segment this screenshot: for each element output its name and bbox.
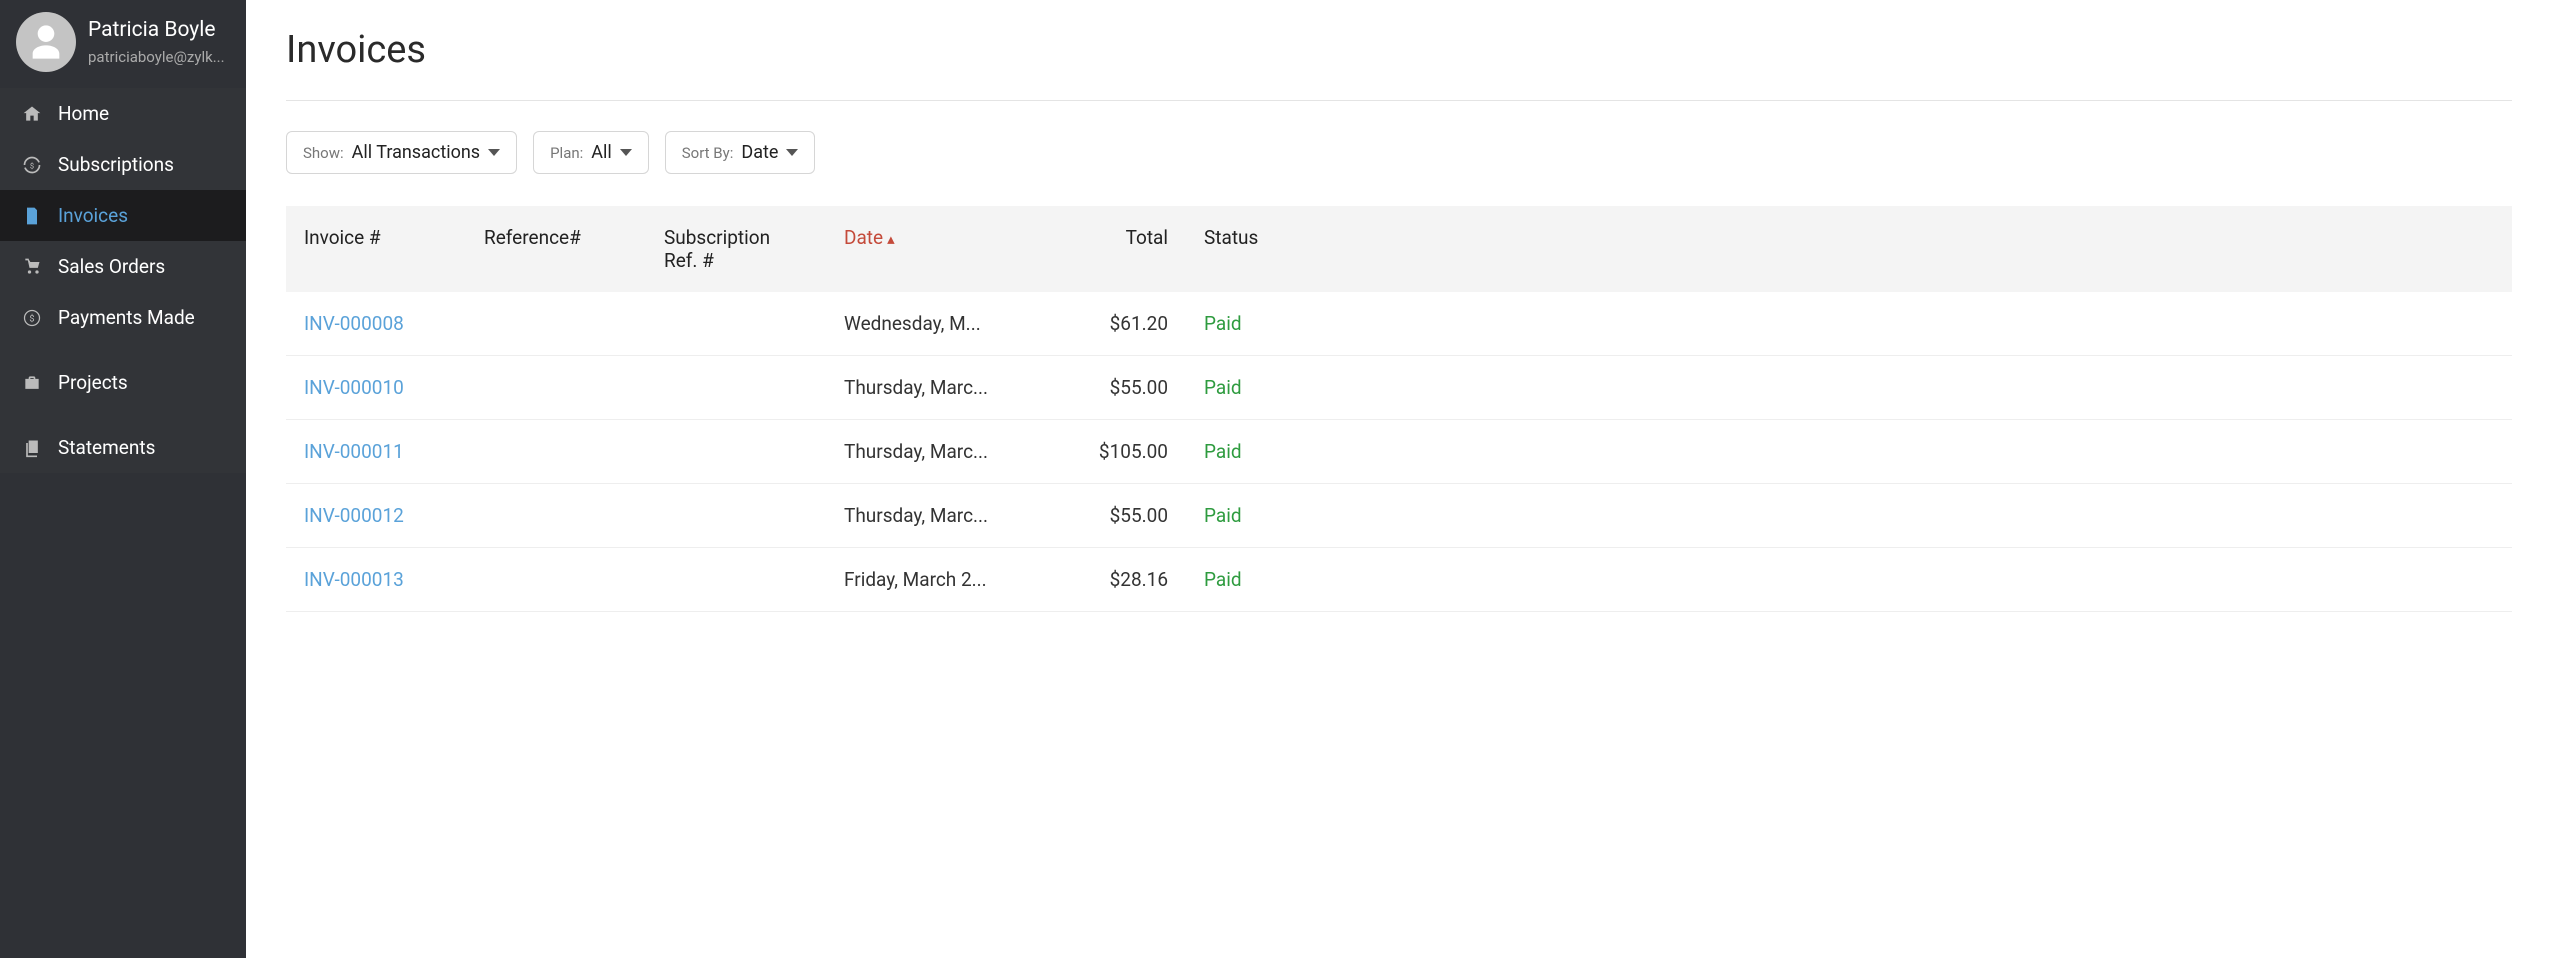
column-header-reference[interactable]: Reference# (466, 206, 646, 292)
filter-show[interactable]: Show: All Transactions (286, 131, 517, 174)
filter-value: All (591, 142, 612, 163)
cell-date: Thursday, Marc... (826, 356, 1016, 420)
sidebar-item-label: Subscriptions (58, 153, 174, 176)
sidebar-item-statements[interactable]: Statements (0, 422, 246, 473)
sidebar-item-home[interactable]: Home (0, 88, 246, 139)
table-body: INV-000008 Wednesday, M... $61.20 Paid I… (286, 292, 2512, 612)
cell-status: Paid (1186, 548, 2512, 612)
invoice-icon (22, 206, 42, 226)
invoices-table: Invoice # Reference# Subscription Ref. #… (286, 206, 2512, 612)
cell-status: Paid (1186, 420, 2512, 484)
sidebar-item-label: Invoices (58, 204, 128, 227)
filter-value: All Transactions (352, 142, 480, 163)
column-header-invoice[interactable]: Invoice # (286, 206, 466, 292)
sidebar-item-label: Home (58, 102, 109, 125)
table-row[interactable]: INV-000010 Thursday, Marc... $55.00 Paid (286, 356, 2512, 420)
cell-total: $28.16 (1016, 548, 1186, 612)
home-icon (22, 104, 42, 124)
user-block: Patricia Boyle patriciaboyle@zylk... (0, 0, 246, 88)
cell-subref (646, 484, 826, 548)
main-content: Invoices Show: All Transactions Plan: Al… (246, 0, 2552, 958)
cell-subref (646, 292, 826, 356)
cell-invoice[interactable]: INV-000012 (286, 484, 466, 548)
table-row[interactable]: INV-000008 Wednesday, M... $61.20 Paid (286, 292, 2512, 356)
filter-value: Date (741, 142, 778, 163)
chevron-down-icon (620, 149, 632, 156)
cell-date: Wednesday, M... (826, 292, 1016, 356)
filter-label: Sort By: (682, 144, 734, 162)
cell-total: $105.00 (1016, 420, 1186, 484)
filter-label: Plan: (550, 144, 583, 162)
briefcase-icon (22, 373, 42, 393)
cell-total: $61.20 (1016, 292, 1186, 356)
sidebar-item-sales-orders[interactable]: Sales Orders (0, 241, 246, 292)
cell-subref (646, 420, 826, 484)
column-header-date[interactable]: Date▴ (826, 206, 1016, 292)
filter-sortby[interactable]: Sort By: Date (665, 131, 816, 174)
cell-reference (466, 292, 646, 356)
cell-invoice[interactable]: INV-000013 (286, 548, 466, 612)
sidebar-nav: Home $ Subscriptions Invoices Sales Orde… (0, 88, 246, 473)
cell-date: Thursday, Marc... (826, 484, 1016, 548)
cell-invoice[interactable]: INV-000010 (286, 356, 466, 420)
user-name: Patricia Boyle (88, 18, 225, 43)
column-header-subref[interactable]: Subscription Ref. # (646, 206, 826, 292)
cell-subref (646, 548, 826, 612)
table-row[interactable]: INV-000013 Friday, March 2... $28.16 Pai… (286, 548, 2512, 612)
sidebar: Patricia Boyle patriciaboyle@zylk... Hom… (0, 0, 246, 958)
cell-reference (466, 420, 646, 484)
user-icon (26, 22, 66, 62)
filter-bar: Show: All Transactions Plan: All Sort By… (286, 131, 2512, 174)
cell-date: Thursday, Marc... (826, 420, 1016, 484)
cell-status: Paid (1186, 292, 2512, 356)
sort-indicator-icon: ▴ (887, 230, 895, 248)
cell-status: Paid (1186, 484, 2512, 548)
user-email: patriciaboyle@zylk... (88, 48, 225, 66)
cell-reference (466, 548, 646, 612)
sidebar-item-label: Payments Made (58, 306, 195, 329)
page-title: Invoices (286, 28, 2512, 72)
statements-icon (22, 438, 42, 458)
sidebar-item-label: Statements (58, 436, 155, 459)
sidebar-item-projects[interactable]: Projects (0, 357, 246, 408)
chevron-down-icon (786, 149, 798, 156)
svg-text:$: $ (30, 161, 34, 170)
dollar-circle-icon: $ (22, 308, 42, 328)
refresh-dollar-icon: $ (22, 155, 42, 175)
sidebar-item-label: Projects (58, 371, 128, 394)
sidebar-item-label: Sales Orders (58, 255, 165, 278)
cart-icon (22, 257, 42, 277)
sidebar-item-invoices[interactable]: Invoices (0, 190, 246, 241)
nav-separator (0, 408, 246, 422)
cell-reference (466, 484, 646, 548)
cell-invoice[interactable]: INV-000011 (286, 420, 466, 484)
avatar (16, 12, 76, 72)
divider (286, 100, 2512, 101)
filter-label: Show: (303, 144, 344, 162)
column-header-total[interactable]: Total (1016, 206, 1186, 292)
table-row[interactable]: INV-000011 Thursday, Marc... $105.00 Pai… (286, 420, 2512, 484)
svg-text:$: $ (29, 313, 34, 324)
column-header-status[interactable]: Status (1186, 206, 2512, 292)
cell-total: $55.00 (1016, 356, 1186, 420)
table-row[interactable]: INV-000012 Thursday, Marc... $55.00 Paid (286, 484, 2512, 548)
chevron-down-icon (488, 149, 500, 156)
sidebar-item-payments-made[interactable]: $ Payments Made (0, 292, 246, 343)
nav-separator (0, 343, 246, 357)
sidebar-item-subscriptions[interactable]: $ Subscriptions (0, 139, 246, 190)
cell-reference (466, 356, 646, 420)
cell-invoice[interactable]: INV-000008 (286, 292, 466, 356)
cell-date: Friday, March 2... (826, 548, 1016, 612)
cell-subref (646, 356, 826, 420)
cell-status: Paid (1186, 356, 2512, 420)
filter-plan[interactable]: Plan: All (533, 131, 649, 174)
cell-total: $55.00 (1016, 484, 1186, 548)
table-header-row: Invoice # Reference# Subscription Ref. #… (286, 206, 2512, 292)
column-header-label: Date (844, 226, 883, 249)
